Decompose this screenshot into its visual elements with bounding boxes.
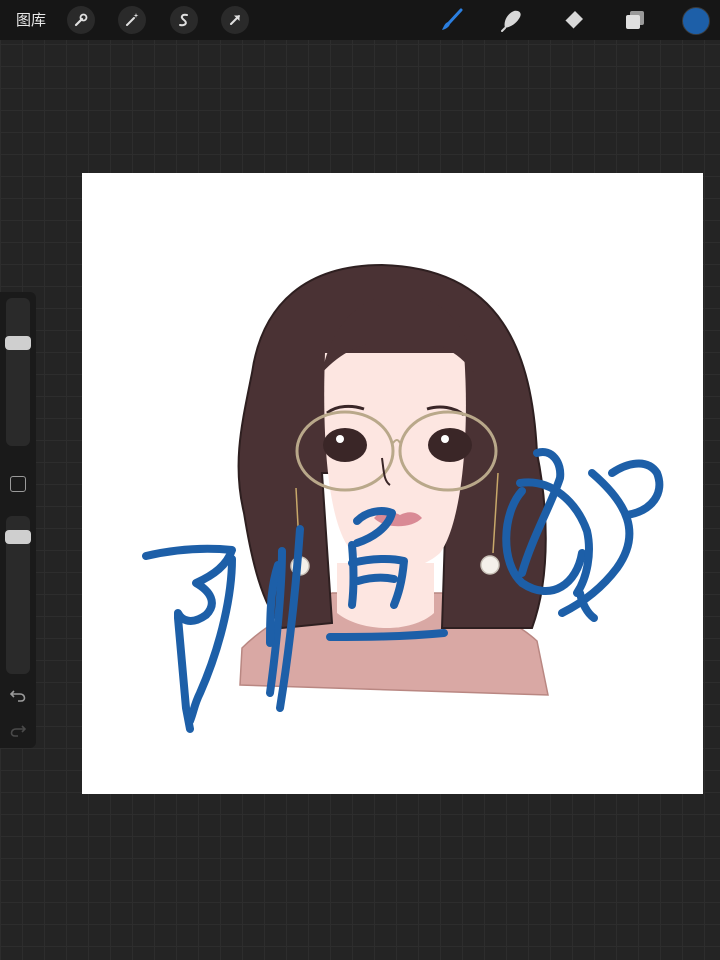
layers-icon[interactable] <box>620 5 650 35</box>
brush-icon[interactable] <box>436 5 466 35</box>
current-color-swatch[interactable] <box>682 7 710 35</box>
brush-opacity-handle[interactable] <box>5 530 31 544</box>
undo-icon[interactable] <box>6 685 30 705</box>
smudge-icon[interactable] <box>497 5 527 35</box>
wrench-icon[interactable] <box>67 6 95 34</box>
selection-icon[interactable] <box>170 6 198 34</box>
top-toolbar: 图库 <box>0 0 720 40</box>
magic-wand-icon[interactable] <box>118 6 146 34</box>
eraser-icon[interactable] <box>558 5 588 35</box>
transform-arrow-icon[interactable] <box>221 6 249 34</box>
brush-size-slider[interactable] <box>5 298 31 446</box>
modify-square-icon[interactable] <box>10 476 26 492</box>
brush-size-handle[interactable] <box>5 336 31 350</box>
drawing-canvas[interactable] <box>82 173 703 794</box>
earring-pearl-right <box>480 555 500 575</box>
eye-right <box>428 428 472 462</box>
left-sidebar <box>0 292 36 748</box>
gallery-button[interactable]: 图库 <box>16 10 46 30</box>
eye-left <box>323 428 367 462</box>
redo-icon[interactable] <box>6 720 30 740</box>
artwork <box>142 263 664 733</box>
brush-opacity-slider[interactable] <box>5 516 31 674</box>
